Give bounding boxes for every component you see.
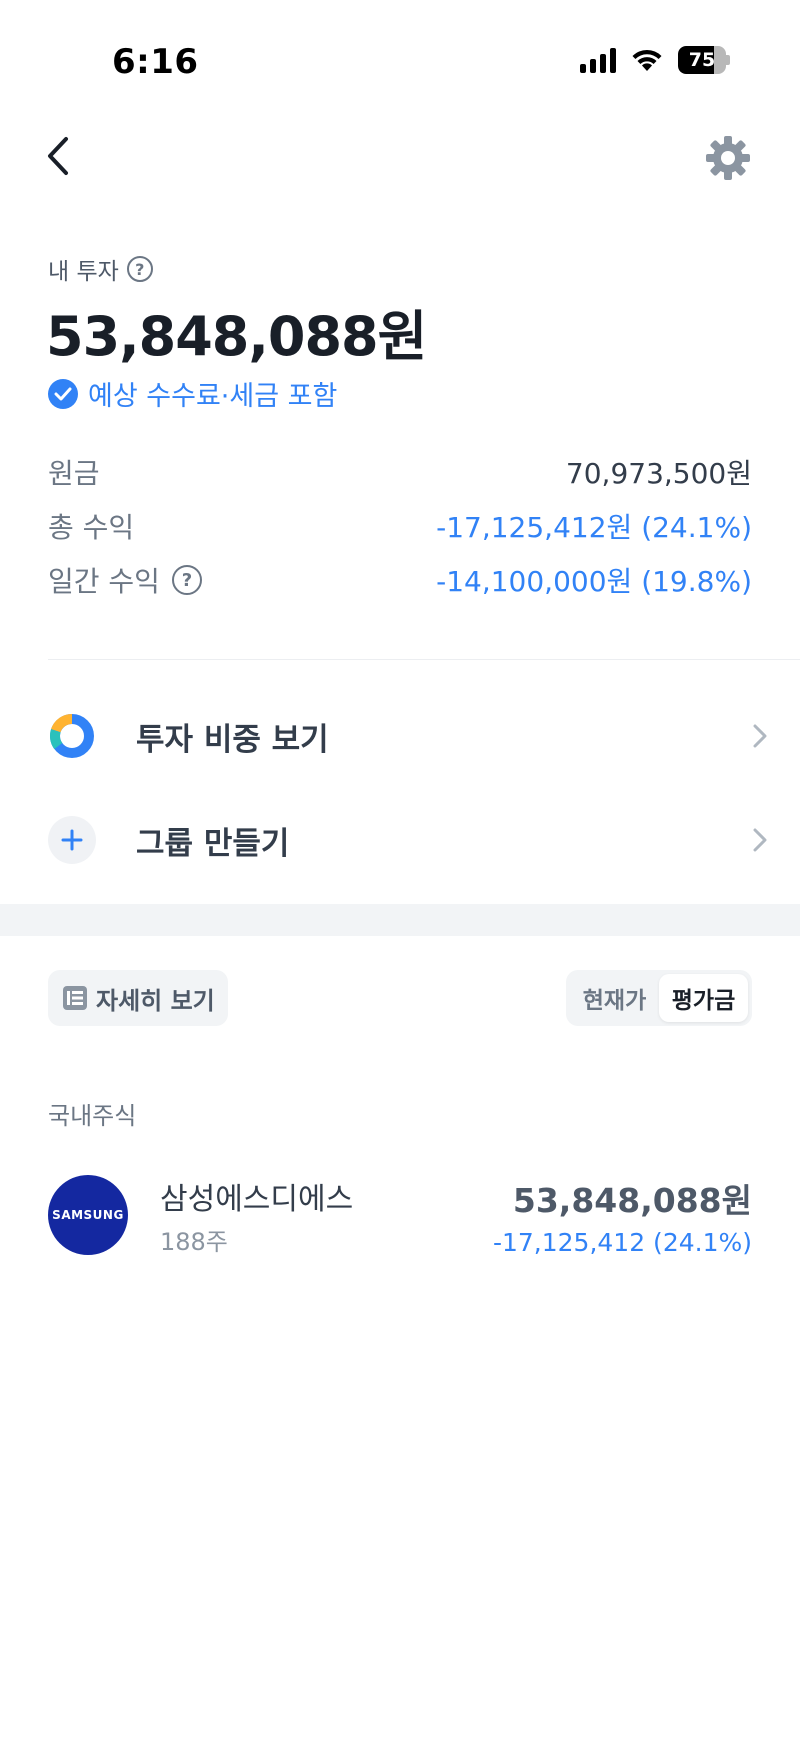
daily-return-text: 일간 수익 [48,565,160,598]
wifi-icon [632,49,662,71]
chevron-right-icon [753,828,767,852]
settings-button[interactable] [700,130,756,186]
toggle-valuation[interactable]: 평가금 [659,974,748,1022]
plus-icon [48,816,96,864]
divider [48,659,800,660]
principal-label: 원금 [48,457,100,490]
principal-row: 원금 70,973,500원 [48,452,752,492]
chevron-right-icon [753,724,767,748]
detail-view-label: 자세히 보기 [96,986,215,1015]
menu-item-label: 그룹 만들기 [136,825,290,862]
stock-change: -17,125,412 (24.1%) [492,1227,752,1257]
daily-return-row: 일간 수익 ? -14,100,000원 (19.8%) [48,560,752,600]
stock-name: 삼성에스디에스 [160,1181,354,1217]
total-return-value: -17,125,412원 (24.1%) [436,511,752,544]
total-return-label: 총 수익 [48,511,135,544]
toggle-current-price[interactable]: 현재가 [570,974,659,1022]
my-investment-label: 내 투자 ? [48,252,153,286]
daily-return-value: -14,100,000원 (19.8%) [436,565,752,598]
help-icon[interactable]: ? [171,565,202,595]
fee-note-text: 예상 수수료·세금 포함 [88,381,338,412]
section-separator [0,904,800,936]
stock-quantity: 188주 [160,1227,228,1256]
check-circle-icon [48,378,78,409]
stock-info: 삼성에스디에스 188주 [160,1174,493,1257]
total-amount: 53,848,088원 [46,305,427,368]
gear-icon [706,136,750,180]
list-item[interactable]: SAMSUNG 삼성에스디에스 188주 53,848,088원 -17,125… [48,1174,752,1257]
list-icon [63,986,87,1010]
signal-icon [580,47,616,73]
battery-icon: 75 [678,46,730,74]
stock-logo: SAMSUNG [48,1175,128,1255]
back-button[interactable] [36,128,80,184]
domestic-stocks-label: 국내주식 [48,1102,137,1130]
chevron-left-icon [48,137,68,175]
menu-item-portfolio-weight[interactable]: 투자 비중 보기 [48,696,768,776]
help-icon[interactable]: ? [126,256,153,282]
menu-item-label: 투자 비중 보기 [136,721,329,758]
my-investment-text: 내 투자 [48,259,119,285]
battery-level: 75 [688,49,716,71]
donut-chart-icon [48,712,96,760]
menu-item-create-group[interactable]: 그룹 만들기 [48,800,768,880]
total-return-row: 총 수익 -17,125,412원 (24.1%) [48,506,752,546]
detail-view-button[interactable]: 자세히 보기 [48,970,228,1026]
status-icons: 75 [580,46,730,74]
daily-return-label: 일간 수익 ? [48,560,202,600]
status-time: 6:16 [112,42,199,82]
stock-value: 53,848,088원 [512,1180,752,1220]
fee-note: 예상 수수료·세금 포함 [48,374,337,413]
stock-values: 53,848,088원 -17,125,412 (24.1%) [493,1174,752,1257]
principal-value: 70,973,500원 [565,457,752,490]
price-toggle: 현재가 평가금 [566,970,752,1026]
